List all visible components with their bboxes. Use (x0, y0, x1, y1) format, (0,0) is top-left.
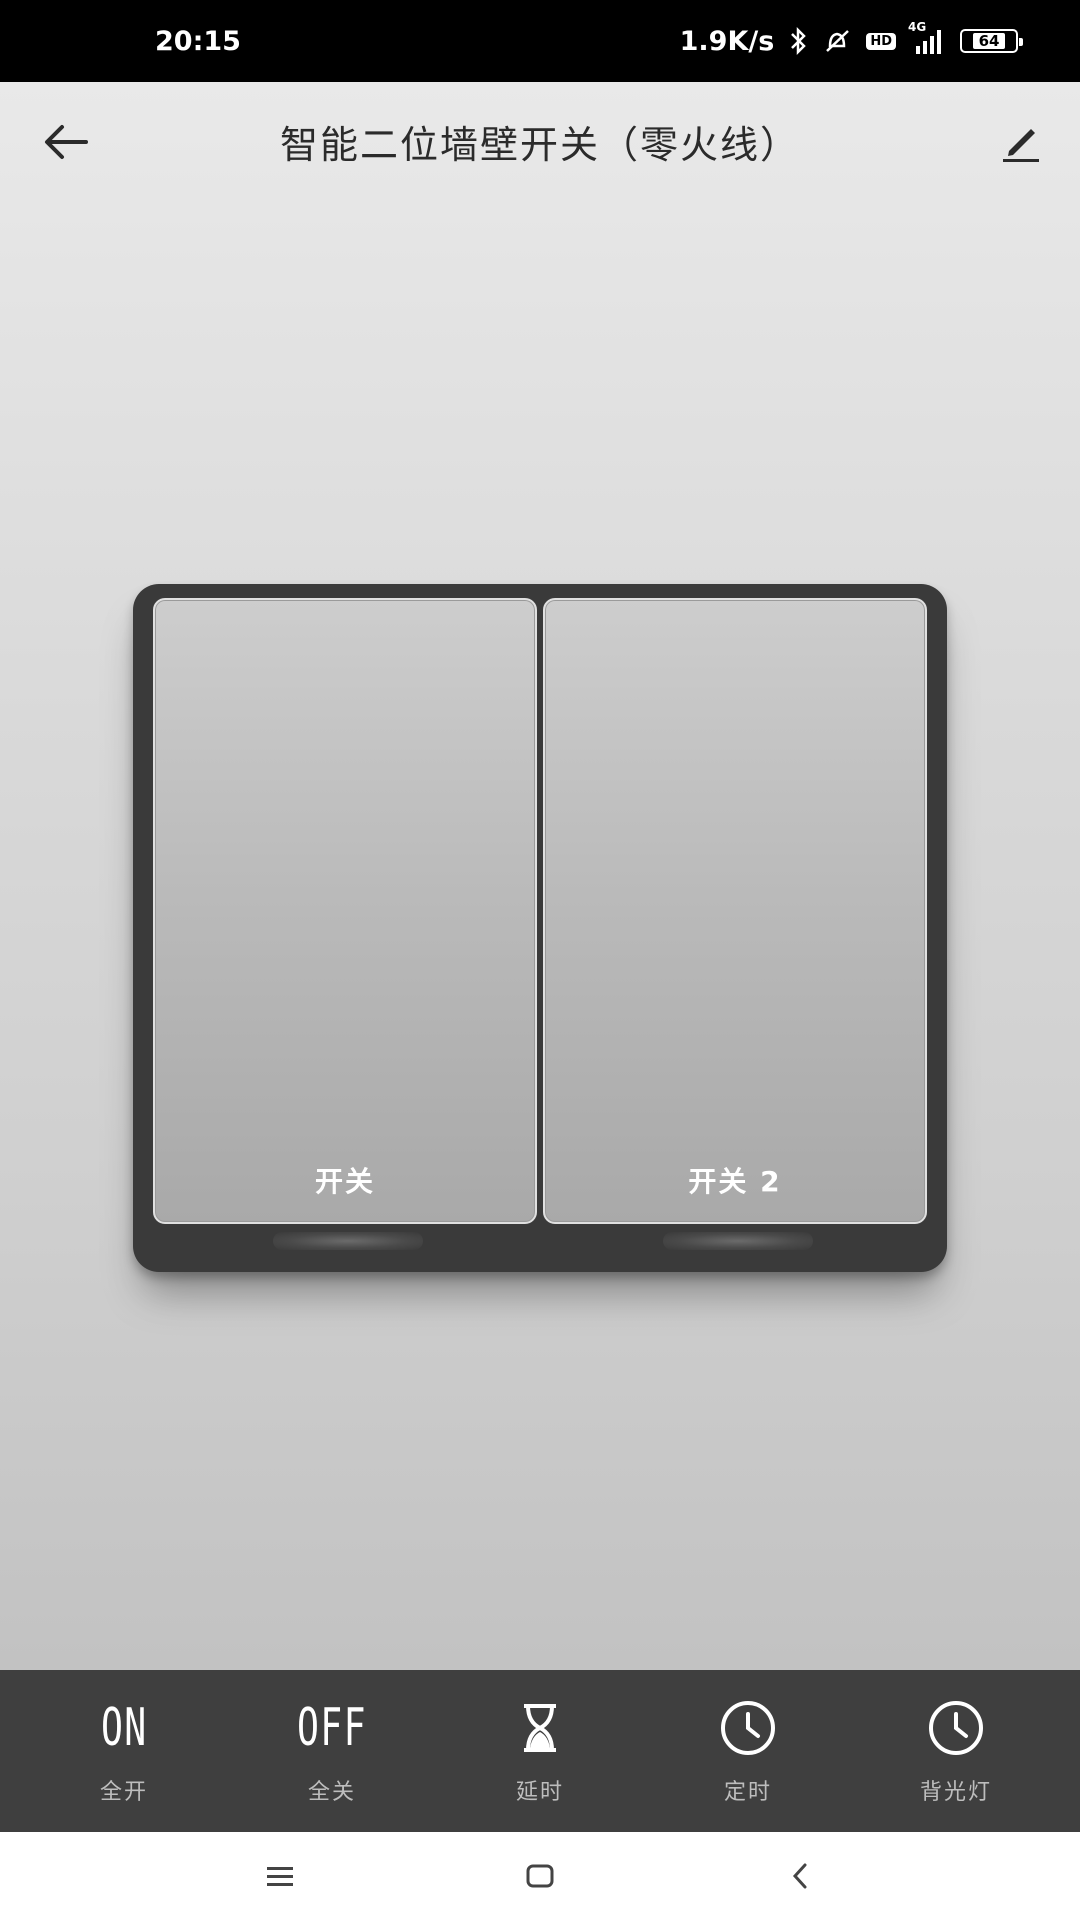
switch-1-label: 开关 (314, 1165, 375, 1198)
arrow-left-icon (45, 125, 88, 159)
status-icons: 1.9K/s HD 4G 64 (679, 20, 1023, 57)
hd-icon: HD (866, 32, 896, 50)
schedule-label: 定时 (723, 1780, 772, 1805)
home-square-icon (526, 1864, 554, 1888)
off-text-icon: OFF (297, 1698, 367, 1758)
back-nav-button[interactable] (770, 1846, 830, 1906)
signal-icon: 4G (908, 20, 946, 54)
app-screen: 20:15 1.9K/s HD 4G 64 智能二位墙壁开关（零火线） 开关 开… (0, 0, 1080, 1920)
battery-level: 64 (972, 33, 1006, 49)
switch-1-button[interactable]: 开关 (153, 598, 537, 1224)
switch-1-indicator-light (273, 1232, 423, 1250)
all-on-label: 全开 (99, 1780, 148, 1805)
menu-nav-button[interactable] (250, 1846, 310, 1906)
muted-bell-icon (822, 26, 852, 56)
clock-icon (718, 1696, 778, 1760)
main-area: 智能二位墙壁开关（零火线） 开关 开关 2 (0, 82, 1080, 1670)
switch-2-indicator-light (663, 1232, 813, 1250)
all-off-button[interactable]: OFF 全关 (242, 1696, 422, 1806)
backlight-label: 背光灯 (919, 1780, 992, 1805)
back-button[interactable] (36, 112, 96, 172)
on-text-icon: ON (100, 1698, 148, 1758)
system-nav-bar (0, 1832, 1080, 1920)
switch-2-button[interactable]: 开关 2 (543, 598, 927, 1224)
delay-button[interactable]: 延时 (450, 1696, 630, 1806)
status-bar: 20:15 1.9K/s HD 4G 64 (0, 0, 1080, 82)
home-nav-button[interactable] (510, 1846, 570, 1906)
action-bar: ON 全开 OFF 全关 延时 定时 背光灯 (0, 1670, 1080, 1832)
hourglass-icon (512, 1696, 568, 1760)
bluetooth-icon (788, 26, 808, 56)
backlight-clock-icon (926, 1696, 986, 1760)
all-off-label: 全关 (307, 1780, 356, 1805)
pencil-icon (1003, 129, 1039, 162)
backlight-button[interactable]: 背光灯 (866, 1696, 1046, 1806)
menu-icon (267, 1867, 293, 1886)
signal-type-label: 4G (908, 20, 927, 34)
schedule-button[interactable]: 定时 (658, 1696, 838, 1806)
app-header: 智能二位墙壁开关（零火线） (0, 82, 1080, 202)
delay-label: 延时 (515, 1780, 564, 1805)
status-time: 20:15 (155, 25, 241, 57)
wall-switch-panel: 开关 开关 2 (133, 584, 947, 1272)
all-on-button[interactable]: ON 全开 (34, 1696, 214, 1806)
battery-icon: 64 (960, 29, 1023, 53)
edit-button[interactable] (990, 112, 1050, 172)
network-speed: 1.9K/s (679, 25, 775, 57)
page-title: 智能二位墙壁开关（零火线） (279, 123, 800, 167)
switch-2-label: 开关 2 (688, 1165, 782, 1198)
chevron-left-icon (792, 1863, 807, 1889)
